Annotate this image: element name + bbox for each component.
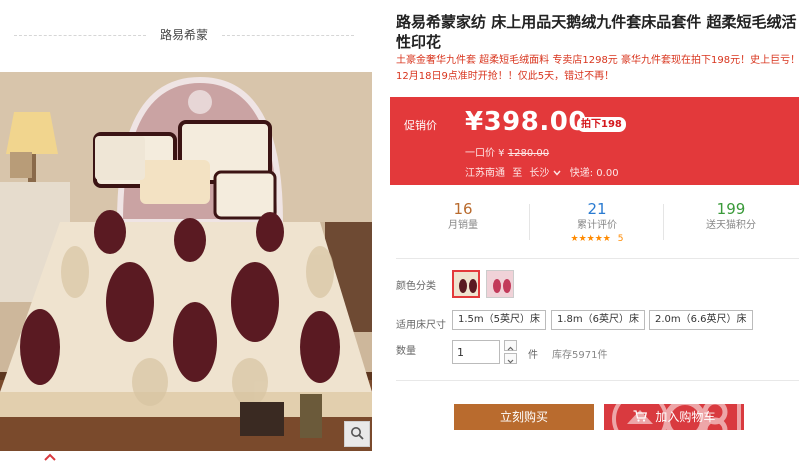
buy-now-button[interactable]: 立刻购买 (454, 404, 594, 430)
color-swatch-1[interactable] (452, 270, 480, 298)
stat-label: 月销量 (448, 220, 478, 231)
stat-monthly-sales: 16 月销量 (396, 200, 530, 248)
add-to-cart-button[interactable]: 加入购物车 (604, 404, 744, 430)
size-label: 适用床尺寸 (396, 320, 446, 331)
stat-value: 16 (453, 200, 473, 218)
price-panel: 促销价 ¥398.00 拍下198 一口价 ¥ 1280.00 江苏南通 至 长… (390, 97, 799, 185)
rating-value: 5 (617, 234, 624, 244)
size-option[interactable]: 2.0m（6.6英尺）床 (649, 310, 753, 330)
divider (396, 380, 799, 381)
original-price-label: 一口价 ¥ (465, 148, 505, 159)
rating-stars: ★★★★★ 5 (530, 234, 664, 245)
divider (222, 35, 354, 36)
quantity-unit: 件 (528, 350, 538, 361)
color-label: 颜色分类 (396, 281, 436, 292)
stat-value: 21 (587, 200, 607, 218)
thumbnail-scroll-up[interactable] (44, 450, 56, 461)
current-price: ¥398.00 (465, 107, 587, 137)
product-subtitle: 土豪金奢华九件套 超柔短毛绒面料 专卖店1298元 豪华九件套现在拍下198元！… (396, 55, 799, 82)
size-option[interactable]: 1.8m（6英尺）床 (551, 310, 646, 330)
star-icons: ★★★★★ (570, 234, 611, 244)
stat-value: 199 (716, 200, 746, 218)
original-price-value: 1280.00 (507, 148, 550, 159)
promo-price-label: 促销价 (404, 119, 437, 132)
chevron-up-icon (44, 446, 56, 461)
product-main-image[interactable] (0, 72, 372, 451)
original-price: 一口价 ¥ 1280.00 (465, 144, 549, 159)
quantity-label: 数量 (396, 346, 416, 357)
product-title: 路易希蒙家纺 床上用品天鹅绒九件套床品套件 超柔短毛绒活性印花 (396, 13, 797, 51)
chevron-down-icon (507, 349, 514, 368)
cart-icon (633, 405, 647, 431)
gallery-column: 路易希蒙 (0, 0, 372, 461)
ship-to-word: 至 (512, 168, 523, 179)
shipping-info: 江苏南通 至 长沙 快递: 0.00 (465, 164, 619, 179)
zoom-icon (350, 425, 364, 444)
stat-reviews[interactable]: 21 累计评价 ★★★★★ 5 (530, 200, 664, 248)
ship-from: 江苏南通 (465, 168, 505, 179)
stat-label: 送天猫积分 (706, 220, 756, 231)
quantity-decrease-button[interactable] (504, 353, 517, 364)
zoom-button[interactable] (344, 421, 370, 447)
quantity-input[interactable] (452, 340, 500, 364)
discount-badge: 拍下198 (577, 117, 626, 132)
express-fee: 快递: 0.00 (569, 168, 619, 179)
ship-to: 长沙 (529, 168, 550, 179)
chevron-down-icon (553, 168, 561, 179)
stat-points: 199 送天猫积分 (664, 200, 798, 248)
stat-label: 累计评价 (577, 220, 617, 231)
stats-row: 16 月销量 21 累计评价 ★★★★★ 5 199 送天猫积分 (396, 200, 799, 248)
divider (396, 258, 799, 259)
ship-to-select[interactable]: 长沙 (529, 168, 563, 179)
color-swatch-2[interactable] (486, 270, 514, 298)
product-info-column: 路易希蒙家纺 床上用品天鹅绒九件套床品套件 超柔短毛绒活性印花 土豪金奢华九件套… (382, 0, 799, 461)
add-to-cart-label: 加入购物车 (655, 410, 716, 424)
stock-count: 库存5971件 (552, 350, 608, 361)
size-option[interactable]: 1.5m（5英尺）床 (452, 310, 547, 330)
shop-header: 路易希蒙 (14, 26, 354, 46)
